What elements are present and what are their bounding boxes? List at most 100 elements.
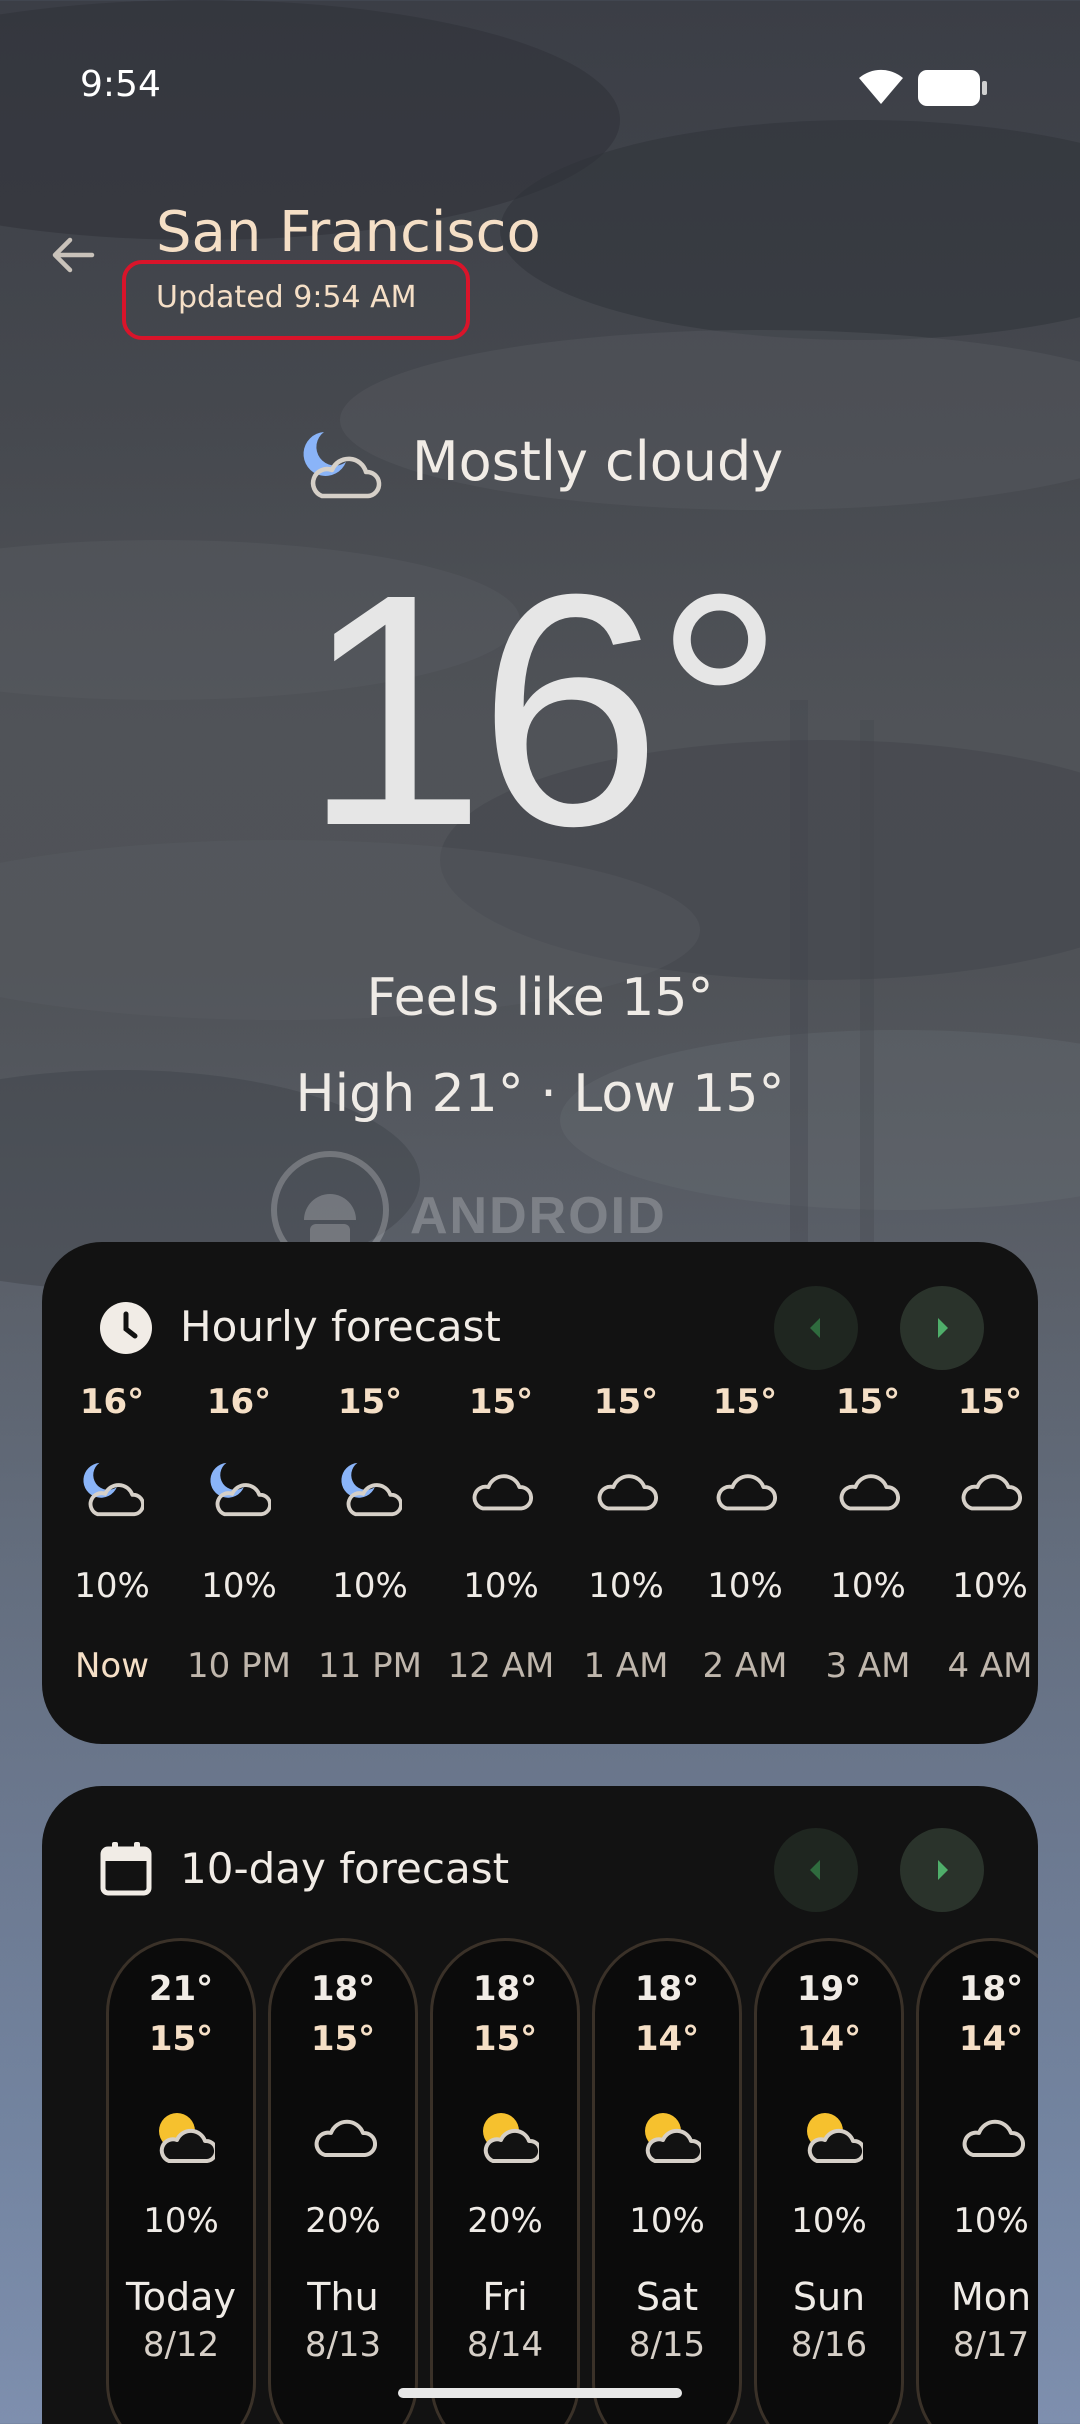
daily-high: 19° <box>796 1969 862 2009</box>
hourly-temp: 15° <box>468 1382 534 1422</box>
daily-low: 14° <box>634 2019 700 2059</box>
calendar-icon <box>100 1842 152 1896</box>
daily-precip: 10% <box>143 2201 219 2241</box>
sun-cloud-icon <box>159 2113 215 2163</box>
daily-day-name: Thu <box>307 2275 379 2319</box>
hourly-precip: 10% <box>201 1566 277 1606</box>
daily-high: 18° <box>472 1969 538 2009</box>
daily-low: 15° <box>472 2019 538 2059</box>
hourly-temp: 16° <box>206 1382 272 1422</box>
hourly-time-label: 12 AM <box>447 1646 555 1686</box>
daily-low: 15° <box>310 2019 376 2059</box>
daily-high: 18° <box>958 1969 1024 2009</box>
daily-precip: 10% <box>629 2201 705 2241</box>
hourly-precip: 10% <box>588 1566 664 1606</box>
daily-day-name: Sun <box>792 2275 866 2319</box>
hourly-time-label: 10 PM <box>187 1646 291 1686</box>
sun-cloud-icon <box>807 2113 863 2163</box>
daily-precip: 10% <box>953 2201 1029 2241</box>
daily-item[interactable]: 18° 14° 10% Sat 8/15 <box>592 1938 742 2424</box>
moon-cloud-icon <box>303 432 382 499</box>
daily-precip: 20% <box>305 2201 381 2241</box>
daily-item[interactable]: 18° 14° 10% Mon 8/17 <box>916 1938 1038 2424</box>
daily-precip: 10% <box>791 2201 867 2241</box>
sun-cloud-icon <box>645 2113 701 2163</box>
hourly-precip: 10% <box>332 1566 408 1606</box>
cloud-icon <box>716 1474 777 1511</box>
daily-date: 8/16 <box>790 2325 868 2365</box>
hourly-item: 15° 10% 1 AM <box>561 1242 691 1744</box>
hourly-time-label: Now <box>74 1646 150 1686</box>
hourly-temp: 15° <box>337 1382 403 1422</box>
hourly-item: 15° 10% 4 AM <box>925 1242 1038 1744</box>
hourly-precip: 10% <box>74 1566 150 1606</box>
daily-date: 8/12 <box>142 2325 220 2365</box>
daily-item[interactable]: 21° 15° 10% Today 8/12 <box>106 1938 256 2424</box>
daily-item[interactable]: 18° 15° 20% Thu 8/13 <box>268 1938 418 2424</box>
updated-timestamp: Updated 9:54 AM <box>156 280 417 315</box>
daily-day-name: Sat <box>635 2275 699 2319</box>
hourly-temp: 15° <box>835 1382 901 1422</box>
ten-day-forecast-card: 10-day forecast 21° 15° 10% Today 8/12 18° 15°… <box>42 1786 1038 2424</box>
hourly-time-label: 2 AM <box>702 1646 788 1686</box>
condition-label: Mostly cloudy <box>412 430 784 493</box>
chevron-left-icon <box>810 1860 820 1880</box>
daily-date: 8/13 <box>304 2325 382 2365</box>
hourly-precip: 10% <box>463 1566 539 1606</box>
hourly-item: 15° 10% 11 PM <box>305 1242 435 1744</box>
current-temperature: 16° <box>302 525 785 894</box>
daily-prev-button[interactable] <box>774 1828 858 1912</box>
hourly-time-label: 4 AM <box>947 1646 1033 1686</box>
hourly-precip: 10% <box>952 1566 1028 1606</box>
daily-item[interactable]: 18° 15° 20% Fri 8/14 <box>430 1938 580 2424</box>
daily-day-name: Mon <box>950 2275 1032 2319</box>
hourly-temp: 15° <box>712 1382 778 1422</box>
cloud-icon <box>472 1474 533 1511</box>
cloud-icon <box>962 2119 1025 2157</box>
battery-icon <box>918 70 987 106</box>
daily-low: 14° <box>796 2019 862 2059</box>
hourly-forecast-card: Hourly forecast 16° 10% Now 16° 10% 10 PM 15° 1… <box>42 1242 1038 1744</box>
hourly-item: 15° 10% 2 AM <box>680 1242 810 1744</box>
daily-item[interactable]: 19° 14° 10% Sun 8/16 <box>754 1938 904 2424</box>
ten-day-forecast-title: 10-day forecast <box>180 1844 510 1893</box>
hourly-time-label: 3 AM <box>825 1646 911 1686</box>
hourly-item: 15° 10% 3 AM <box>803 1242 933 1744</box>
hourly-item: 16° 10% 10 PM <box>174 1242 304 1744</box>
daily-date: 8/14 <box>466 2325 544 2365</box>
hourly-item: 16° 10% Now <box>47 1242 177 1744</box>
cloud-icon <box>314 2119 377 2157</box>
daily-high: 18° <box>310 1969 376 2009</box>
hourly-precip: 10% <box>830 1566 906 1606</box>
home-indicator[interactable] <box>398 2388 682 2398</box>
back-arrow-icon[interactable] <box>46 228 100 282</box>
hourly-precip: 10% <box>707 1566 783 1606</box>
moon-cloud-icon <box>83 1462 144 1517</box>
status-bar: 9:54 <box>0 0 1080 160</box>
daily-day-name: Today <box>126 2275 236 2319</box>
hourly-time-label: 11 PM <box>318 1646 422 1686</box>
daily-day-name: Fri <box>482 2275 528 2319</box>
daily-high: 18° <box>634 1969 700 2009</box>
cloud-icon <box>839 1474 900 1511</box>
moon-cloud-icon <box>210 1462 271 1517</box>
hourly-temp: 15° <box>593 1382 659 1422</box>
daily-date: 8/15 <box>628 2325 706 2365</box>
daily-date: 8/17 <box>952 2325 1030 2365</box>
wifi-icon <box>859 69 903 104</box>
daily-low: 15° <box>148 2019 214 2059</box>
city-name: San Francisco <box>156 200 541 265</box>
daily-next-button[interactable] <box>900 1828 984 1912</box>
daily-high: 21° <box>148 1969 214 2009</box>
hourly-temp: 15° <box>957 1382 1023 1422</box>
hourly-time-label: 1 AM <box>583 1646 669 1686</box>
status-time: 9:54 <box>80 64 161 105</box>
chevron-right-icon <box>938 1860 948 1880</box>
hourly-item: 15° 10% 12 AM <box>436 1242 566 1744</box>
hourly-temp: 16° <box>79 1382 145 1422</box>
cloud-icon <box>597 1474 658 1511</box>
cloud-icon <box>961 1474 1022 1511</box>
sun-cloud-icon <box>483 2113 539 2163</box>
daily-precip: 20% <box>467 2201 543 2241</box>
daily-low: 14° <box>958 2019 1024 2059</box>
